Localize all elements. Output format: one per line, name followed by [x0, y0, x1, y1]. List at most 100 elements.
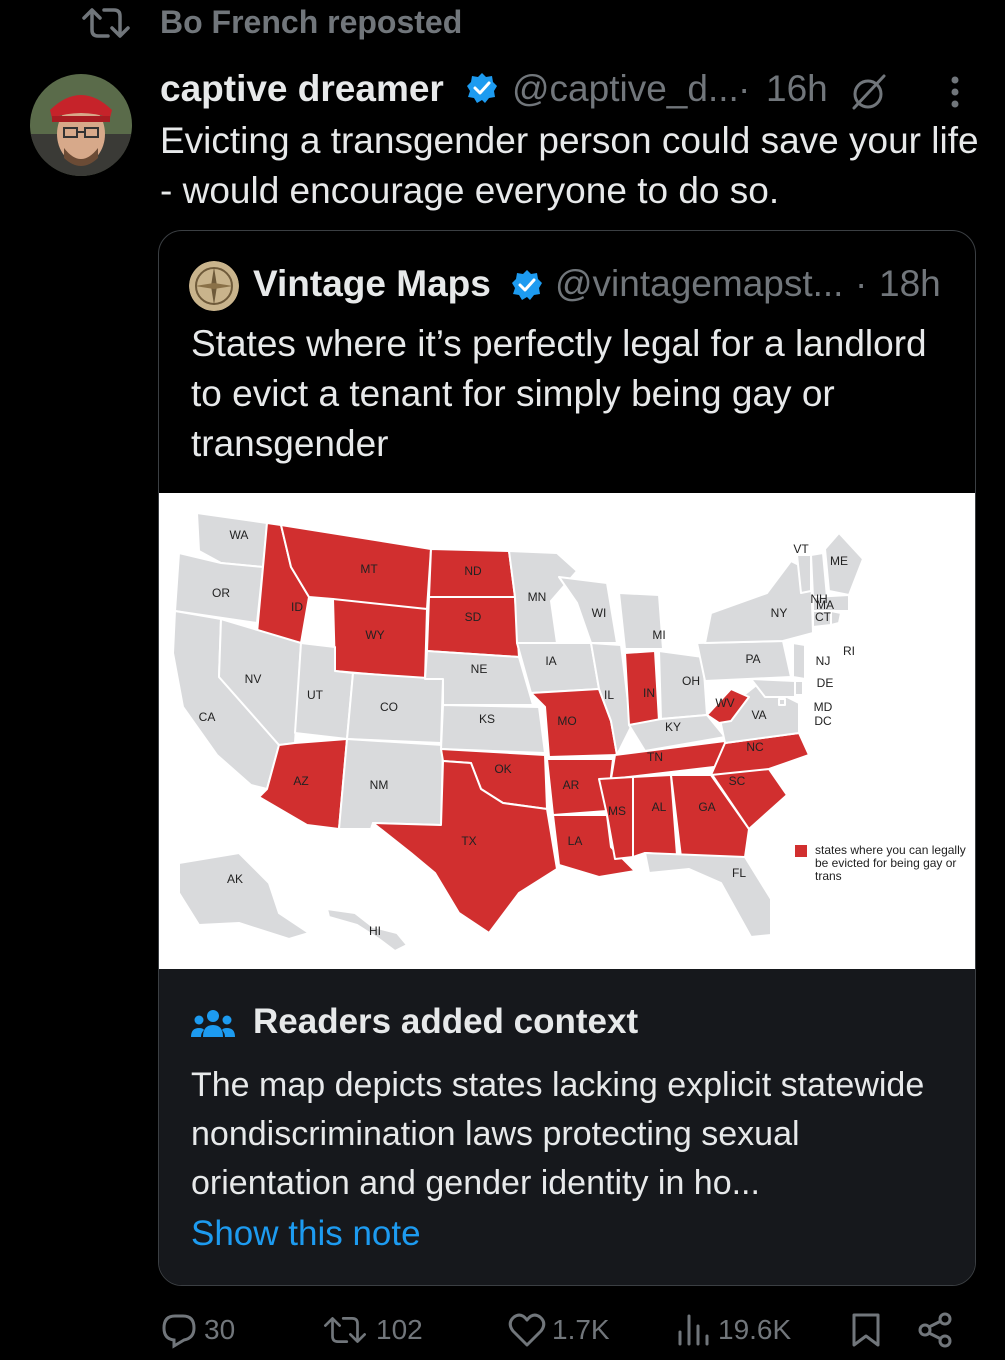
state-label-ar: AR: [563, 778, 580, 792]
state-label-wy: WY: [365, 628, 384, 642]
state-label-ia: IA: [545, 654, 556, 668]
state-label-nj: NJ: [816, 654, 831, 668]
tweet-timestamp[interactable]: 16h: [766, 66, 828, 112]
state-label-sd: SD: [465, 610, 482, 624]
state-label-il: IL: [604, 688, 614, 702]
state-ak: [178, 852, 310, 940]
state-label-ga: GA: [698, 800, 715, 814]
state-nh: [810, 552, 828, 598]
author-avatar[interactable]: [30, 74, 132, 176]
state-label-ca: CA: [199, 710, 216, 724]
state-label-ut: UT: [307, 688, 324, 702]
state-ia: [516, 642, 600, 694]
state-label-ak: AK: [227, 872, 243, 886]
quoted-tweet-text: States where it’s perfectly legal for a …: [191, 323, 927, 464]
state-label-ne: NE: [471, 662, 488, 676]
legend-text-2: be evicted for being gay or: [815, 856, 956, 870]
state-label-id: ID: [291, 600, 303, 614]
quoted-author-name[interactable]: Vintage Maps: [253, 261, 491, 307]
repost-count: 102: [376, 1314, 423, 1345]
state-nm: [338, 738, 444, 830]
repost-button[interactable]: 102: [320, 1310, 423, 1350]
separator-dot: ·: [738, 68, 751, 109]
legend-text-1: states where you can legally: [815, 843, 966, 857]
legend-text-3: trans: [815, 869, 842, 883]
state-label-ks: KS: [479, 712, 495, 726]
quoted-timestamp[interactable]: 18h: [879, 261, 941, 307]
state-label-va: VA: [751, 708, 766, 722]
state-label-wa: WA: [230, 528, 249, 542]
state-sd: [426, 596, 520, 658]
state-label-ny: NY: [771, 606, 788, 620]
state-hi: [326, 908, 408, 952]
state-label-mt: MT: [360, 562, 378, 576]
grok-icon[interactable]: [848, 72, 888, 112]
context-text: The map depicts states lacking explicit …: [191, 1066, 925, 1202]
more-options-icon[interactable]: [940, 72, 970, 112]
state-label-ky: KY: [665, 720, 681, 734]
people-icon: [191, 1010, 235, 1037]
state-label-co: CO: [380, 700, 398, 714]
state-ri: [830, 610, 842, 626]
views-icon: [678, 1314, 709, 1346]
author-name[interactable]: captive dreamer: [160, 66, 444, 112]
separator-dot: ·: [855, 263, 868, 304]
like-count: 1.7K: [552, 1314, 610, 1345]
verified-badge-icon: [467, 73, 497, 103]
state-label-hi: HI: [369, 924, 381, 938]
state-de: [794, 680, 804, 696]
state-ny: [704, 560, 814, 644]
tweet-text: Evicting a transgender person could save…: [160, 120, 979, 211]
quoted-author-avatar[interactable]: [189, 261, 239, 311]
views-button[interactable]: 19.6K: [676, 1310, 791, 1350]
state-al: [632, 774, 678, 858]
state-label-ct: CT: [815, 610, 832, 624]
reply-button[interactable]: 30: [160, 1310, 235, 1350]
legend-swatch: [795, 845, 807, 857]
share-button[interactable]: [916, 1310, 960, 1350]
show-note-link[interactable]: Show this note: [191, 1211, 421, 1257]
state-label-nv: NV: [245, 672, 262, 686]
repost-label[interactable]: Bo French reposted: [160, 2, 462, 42]
context-title: Readers added context: [253, 1002, 639, 1041]
view-count: 19.6K: [718, 1314, 792, 1345]
quoted-author-handle[interactable]: @vintagemapst...: [555, 261, 843, 307]
state-label-oh: OH: [682, 674, 700, 688]
state-nj: [792, 642, 806, 680]
state-dc: [778, 698, 786, 706]
share-icon: [918, 1312, 952, 1348]
state-label-mi: MI: [652, 628, 665, 642]
repost-icon: [324, 1317, 366, 1343]
state-label-dc: DC: [814, 714, 832, 728]
state-label-ms: MS: [608, 804, 626, 818]
reply-count: 30: [204, 1314, 236, 1345]
state-label-vt: VT: [793, 542, 809, 556]
state-label-nd: ND: [464, 564, 482, 578]
state-label-in: IN: [643, 686, 655, 700]
state-pa: [696, 640, 792, 682]
state-label-fl: FL: [732, 866, 746, 880]
heart-icon: [508, 1313, 546, 1347]
state-label-mn: MN: [528, 590, 547, 604]
quoted-tweet[interactable]: Vintage Maps @vintagemapst... · 18h Stat…: [158, 230, 976, 1286]
state-label-az: AZ: [293, 774, 308, 788]
repost-header: Bo French reposted: [0, 0, 600, 44]
state-label-me: ME: [830, 554, 848, 568]
state-label-nm: NM: [370, 778, 389, 792]
bookmark-icon: [852, 1313, 880, 1347]
like-button[interactable]: 1.7K: [508, 1310, 610, 1350]
community-note: Readers added context The map depicts st…: [159, 969, 975, 1285]
state-label-nc: NC: [746, 740, 764, 754]
verified-badge-icon: [512, 270, 542, 300]
state-label-mo: MO: [557, 714, 576, 728]
state-label-or: OR: [212, 586, 230, 600]
bookmark-button[interactable]: [850, 1310, 888, 1350]
us-map-image[interactable]: WA OR CA ID NV MT WY UT AZ CO NM ND SD NE KS OK TX MN IA MO…: [159, 493, 975, 969]
state-label-md: MD: [814, 700, 833, 714]
state-label-wv: WV: [715, 696, 734, 710]
repost-icon: [82, 8, 130, 38]
author-handle[interactable]: @captive_d...: [512, 66, 739, 112]
state-label-tx: TX: [461, 834, 476, 848]
reply-icon: [162, 1314, 196, 1349]
state-label-tn: TN: [647, 750, 663, 764]
